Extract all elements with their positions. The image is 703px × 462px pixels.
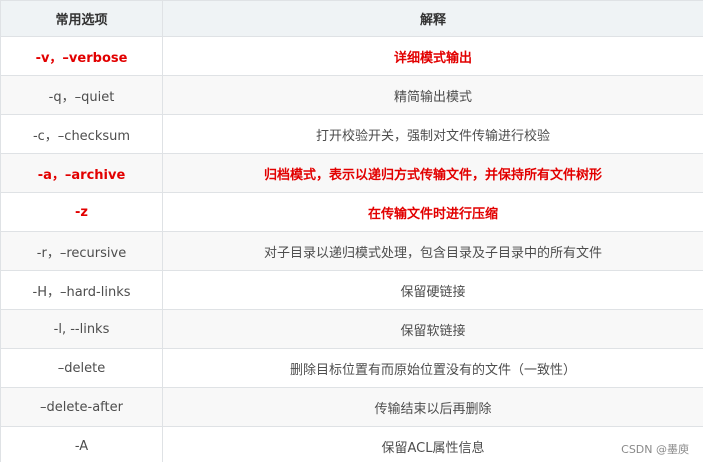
- table-row: –delete 删除目标位置有而原始位置没有的文件（一致性）: [0, 348, 703, 388]
- description-cell: 保留软链接: [162, 309, 703, 349]
- option-cell: -A: [0, 426, 163, 462]
- description-cell: 传输结束以后再删除: [162, 387, 703, 427]
- option-cell: –delete: [0, 348, 163, 388]
- table-body: -v，–verbose 详细模式输出 -q，–quiet 精简输出模式 -c，–…: [0, 36, 703, 462]
- table-row: -H，–hard-links 保留硬链接: [0, 270, 703, 310]
- table-row: -q，–quiet 精简输出模式: [0, 75, 703, 115]
- description-cell: 归档模式，表示以递归方式传输文件，并保持所有文件树形: [162, 153, 703, 193]
- table-row: -z 在传输文件时进行压缩: [0, 192, 703, 232]
- description-cell: 精简输出模式: [162, 75, 703, 115]
- table-header: 常用选项 解释: [0, 0, 703, 37]
- table-row: –delete-after 传输结束以后再删除: [0, 387, 703, 427]
- table-row: -v，–verbose 详细模式输出: [0, 36, 703, 76]
- header-option: 常用选项: [0, 0, 163, 37]
- description-cell: 保留硬链接: [162, 270, 703, 310]
- option-cell: -H，–hard-links: [0, 270, 163, 310]
- option-cell: -q，–quiet: [0, 75, 163, 115]
- table-row: -A 保留ACL属性信息: [0, 426, 703, 462]
- option-cell: –delete-after: [0, 387, 163, 427]
- description-cell: 对子目录以递归模式处理，包含目录及子目录中的所有文件: [162, 231, 703, 271]
- header-row: 常用选项 解释: [0, 0, 703, 37]
- option-cell: -z: [0, 192, 163, 232]
- header-description: 解释: [162, 0, 703, 37]
- option-cell: -v，–verbose: [0, 36, 163, 76]
- csdn-watermark: CSDN @墨庾: [621, 443, 689, 456]
- table-row: -r，–recursive 对子目录以递归模式处理，包含目录及子目录中的所有文件: [0, 231, 703, 271]
- option-cell: -c，–checksum: [0, 114, 163, 154]
- option-cell: -l, --links: [0, 309, 163, 349]
- description-cell: 删除目标位置有而原始位置没有的文件（一致性）: [162, 348, 703, 388]
- table-row: -l, --links 保留软链接: [0, 309, 703, 349]
- option-cell: -r，–recursive: [0, 231, 163, 271]
- options-table-container: 常用选项 解释 -v，–verbose 详细模式输出 -q，–quiet 精简输…: [0, 0, 703, 462]
- options-table: 常用选项 解释 -v，–verbose 详细模式输出 -q，–quiet 精简输…: [0, 0, 703, 462]
- option-cell: -a，–archive: [0, 153, 163, 193]
- table-row: -c，–checksum 打开校验开关，强制对文件传输进行校验: [0, 114, 703, 154]
- description-cell: 打开校验开关，强制对文件传输进行校验: [162, 114, 703, 154]
- table-row: -a，–archive 归档模式，表示以递归方式传输文件，并保持所有文件树形: [0, 153, 703, 193]
- description-cell: 详细模式输出: [162, 36, 703, 76]
- description-cell: 在传输文件时进行压缩: [162, 192, 703, 232]
